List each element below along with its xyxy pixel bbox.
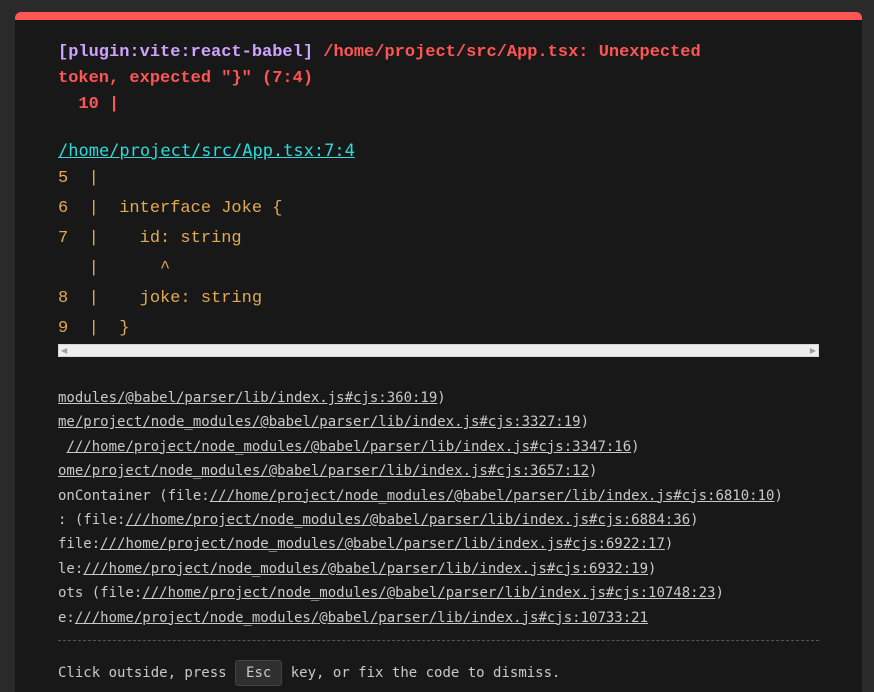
stack-trace-link[interactable]: ///home/project/node_modules/@babel/pars… — [210, 488, 775, 504]
scroll-left-icon[interactable]: ◀ — [61, 345, 67, 356]
stack-trace-suffix: ) — [437, 390, 446, 406]
tip-prefix: Click outside, press — [58, 665, 236, 681]
stack-trace-line: me/project/node_modules/@babel/parser/li… — [58, 410, 819, 434]
plugin-name: [plugin:vite:react-babel] — [58, 43, 314, 62]
code-frame-line: 8 | joke: string — [58, 289, 263, 308]
stack-trace-link[interactable]: ///home/project/node_modules/@babel/pars… — [125, 512, 690, 528]
dismiss-tip: Click outside, press Esc key, or fix the… — [58, 660, 560, 686]
code-frame-line: 5 | — [58, 169, 99, 188]
stack-trace-prefix: ots (file: — [58, 585, 143, 602]
code-frame: 5 | 6 | interface Joke { 7 | id: string … — [58, 164, 819, 344]
stack-trace-prefix: le: — [58, 560, 84, 577]
stack-trace-link[interactable]: ///home/project/node_modules/@babel/pars… — [83, 561, 648, 577]
stack-trace-link[interactable]: modules/@babel/parser/lib/index.js#cjs:3… — [58, 390, 437, 406]
error-content: [plugin:vite:react-babel] /home/project/… — [58, 20, 819, 686]
stack-trace-suffix: ) — [589, 463, 598, 480]
stack-trace-suffix: ) — [774, 487, 783, 504]
stack-trace-link[interactable]: ///home/project/node_modules/@babel/pars… — [75, 610, 648, 626]
stack-trace: modules/@babel/parser/lib/index.js#cjs:3… — [58, 386, 819, 630]
stack-trace-prefix: file: — [58, 536, 101, 553]
code-frame-line: 7 | id: string — [58, 229, 242, 248]
stack-trace-suffix: ) — [648, 560, 657, 577]
stack-trace-line: modules/@babel/parser/lib/index.js#cjs:3… — [58, 386, 819, 410]
stack-trace-link[interactable]: ///home/project/node_modules/@babel/pars… — [100, 536, 665, 552]
stack-trace-suffix: ) — [690, 511, 699, 528]
stack-trace-line: ome/project/node_modules/@babel/parser/l… — [58, 459, 819, 483]
stack-trace-line: file:///home/project/node_modules/@babel… — [58, 532, 819, 556]
error-message: [plugin:vite:react-babel] /home/project/… — [58, 20, 778, 118]
stack-trace-prefix: onContainer (file: — [58, 487, 210, 504]
divider — [58, 640, 819, 641]
stack-trace-line: e:///home/project/node_modules/@babel/pa… — [58, 606, 819, 630]
stack-trace-suffix: ) — [664, 536, 674, 553]
stack-trace-line: ots (file:///home/project/node_modules/@… — [58, 581, 819, 605]
stack-trace-link[interactable]: me/project/node_modules/@babel/parser/li… — [58, 414, 581, 430]
stack-trace-suffix: ) — [580, 414, 590, 431]
stack-trace-link[interactable]: ///home/project/node_modules/@babel/pars… — [142, 585, 715, 601]
stack-trace-line: le:///home/project/node_modules/@babel/p… — [58, 557, 819, 581]
code-frame-line: 9 | } — [58, 319, 130, 338]
code-frame-line: 6 | interface Joke { — [58, 199, 283, 218]
horizontal-scrollbar[interactable]: ◀ ▶ — [58, 344, 819, 357]
stack-trace-prefix: e: — [58, 609, 75, 626]
error-overlay: [plugin:vite:react-babel] /home/project/… — [15, 12, 862, 692]
code-frame-container: 5 | 6 | interface Joke { 7 | id: string … — [58, 164, 819, 357]
stack-trace-suffix: ) — [715, 585, 724, 602]
stack-trace-link[interactable]: ///home/project/node_modules/@babel/pars… — [66, 439, 631, 455]
stack-trace-line: onContainer (file:///home/project/node_m… — [58, 484, 819, 508]
error-file-link[interactable]: /home/project/src/App.tsx:7:4 — [58, 138, 819, 164]
stack-trace-prefix: : (file: — [58, 511, 126, 528]
scroll-right-icon[interactable]: ▶ — [810, 345, 816, 356]
stack-trace-suffix: ) — [631, 438, 640, 455]
stack-trace-line: : (file:///home/project/node_modules/@ba… — [58, 508, 819, 532]
esc-key: Esc — [235, 660, 283, 686]
tip-suffix: key, or fix the code to dismiss. — [282, 665, 561, 681]
stack-trace-line: ///home/project/node_modules/@babel/pars… — [58, 435, 819, 459]
stack-trace-link[interactable]: ome/project/node_modules/@babel/parser/l… — [58, 463, 589, 479]
code-frame-line: | ^ — [58, 259, 171, 278]
